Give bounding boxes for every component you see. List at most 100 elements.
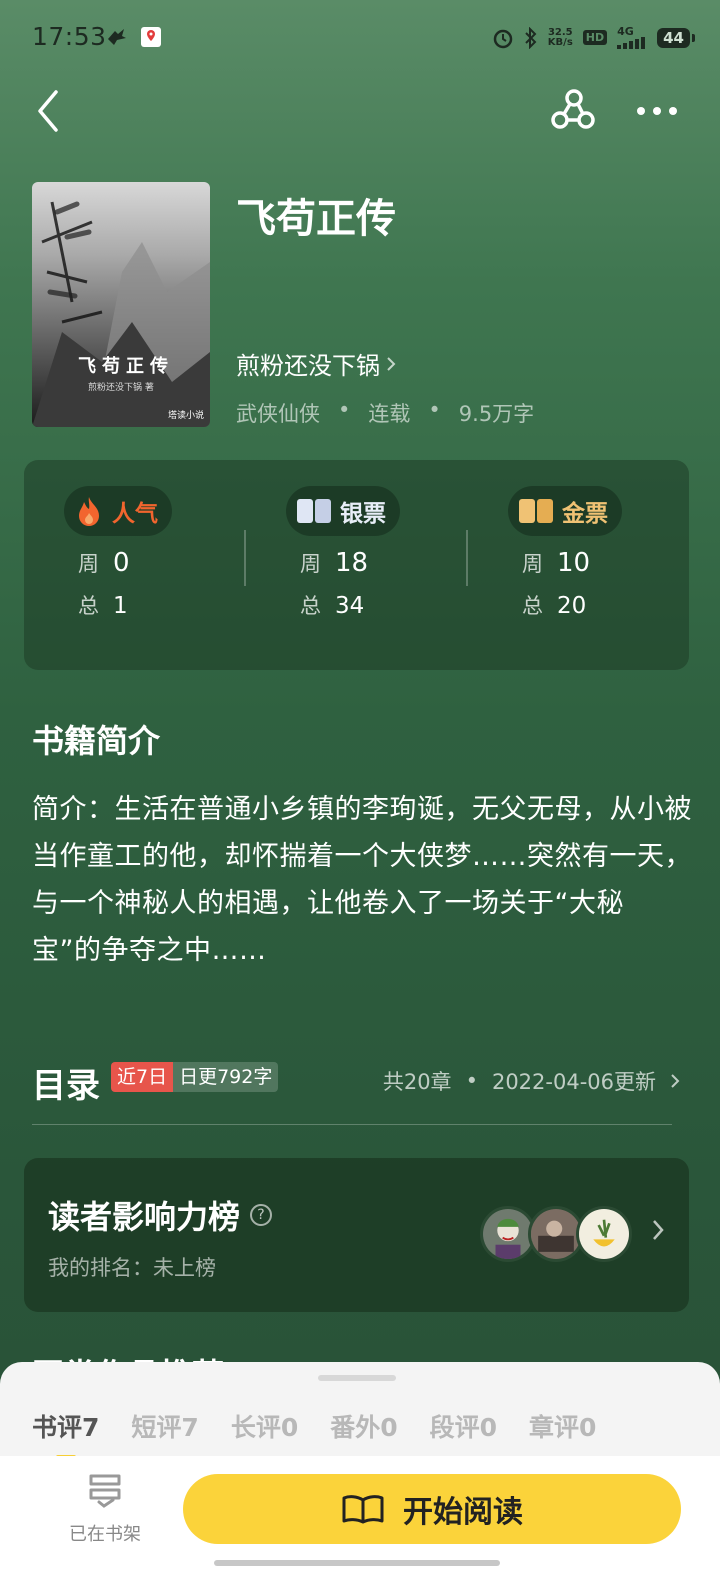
toc-chapters: 共20章	[382, 1070, 452, 1094]
stat-total-row: 总 34	[286, 590, 486, 620]
stat-week-label: 周	[300, 552, 321, 576]
stats-divider	[244, 530, 246, 586]
stat-total-label: 总	[522, 594, 543, 618]
net-speed: 32.5 KB/s	[547, 26, 573, 48]
cover-title: 飞苟正传	[78, 356, 174, 377]
tab-paragraph-review[interactable]: 段评0	[430, 1408, 497, 1444]
book-word-count: 9.5万字	[458, 402, 535, 426]
status-time: 17:53	[32, 22, 107, 51]
toc-updated: 2022-04-06更新	[491, 1070, 656, 1094]
signal-bars-icon	[617, 37, 646, 49]
open-book-icon	[342, 1495, 384, 1524]
stat-silver-ticket[interactable]: 银票 周 18 总 34	[286, 486, 486, 620]
update-badge: 近7日 日更792字	[111, 1062, 279, 1092]
stat-total-value: 20	[557, 593, 587, 619]
stat-week-value: 18	[335, 548, 369, 578]
signal-indicator: 4G	[617, 26, 647, 49]
author-name: 煎粉还没下锅	[236, 352, 380, 380]
chevron-right-icon	[653, 1220, 664, 1240]
tab-short-review[interactable]: 短评7	[131, 1408, 198, 1444]
stat-week-row: 周 0	[64, 548, 264, 578]
stat-label: 金票	[562, 501, 608, 527]
intro-text[interactable]: 简介：生活在普通小乡镇的李珣诞，无父无母，从小被当作童工的他，却怀揣着一个大侠梦…	[32, 786, 692, 974]
cover-publisher: 塔读小说	[167, 411, 204, 421]
stat-label: 人气	[112, 501, 158, 527]
stat-pill-silver: 银票	[286, 486, 400, 536]
badge-daily-update: 日更792字	[173, 1062, 279, 1092]
stat-total-value: 1	[113, 593, 128, 619]
stat-week-value: 10	[557, 548, 591, 578]
stat-total-row: 总 20	[508, 590, 708, 620]
author-link[interactable]: 煎粉还没下锅	[236, 346, 396, 381]
chevron-right-icon	[387, 356, 396, 371]
tab-long-review[interactable]: 长评0	[231, 1408, 298, 1444]
sheet-drag-handle[interactable]	[318, 1375, 396, 1381]
stat-label: 银票	[340, 501, 386, 527]
help-icon[interactable]: ?	[250, 1204, 273, 1226]
status-left-icons	[106, 26, 162, 48]
tab-book-review[interactable]: 书评7	[32, 1408, 99, 1460]
silver-ticket-icon	[297, 499, 331, 523]
review-tabs: 书评7 短评7 长评0 番外0 段评0 章评0	[32, 1408, 596, 1460]
bookshelf-button[interactable]: 已在书架	[60, 1470, 150, 1546]
net-speed-unit: KB/s	[547, 36, 573, 48]
start-reading-label: 开始阅读	[403, 1495, 523, 1530]
meta-dot: •	[338, 398, 351, 422]
stat-gold-ticket[interactable]: 金票 周 10 总 20	[508, 486, 708, 620]
stats-card: 人气 周 0 总 1 银票 周 18 总 34 金票 周 10 总 20	[24, 460, 689, 670]
stat-week-label: 周	[522, 552, 543, 576]
tab-extra[interactable]: 番外0	[330, 1408, 397, 1444]
avatar-group	[480, 1206, 632, 1262]
stat-total-label: 总	[300, 594, 321, 618]
share-icon[interactable]	[548, 88, 598, 136]
toc-heading[interactable]: 目录	[32, 1058, 100, 1107]
stat-total-value: 34	[335, 593, 365, 619]
stat-week-value: 0	[113, 548, 130, 578]
toc-info-link[interactable]: 共20章 • 2022-04-06更新	[383, 1066, 680, 1096]
home-indicator[interactable]	[214, 1560, 500, 1566]
bluetooth-icon	[525, 26, 537, 49]
gold-ticket-icon	[519, 499, 553, 523]
badge-recent: 近7日	[111, 1062, 174, 1092]
stat-week-label: 周	[78, 552, 99, 576]
book-title: 飞苟正传	[236, 196, 396, 242]
map-pin-icon	[141, 27, 161, 47]
meta-dot: •	[428, 398, 441, 422]
notification-bird-icon	[108, 29, 126, 45]
book-cover[interactable]: 飞苟正传 煎粉还没下锅 著 塔读小说	[32, 182, 210, 427]
bookshelf-label: 已在书架	[69, 1524, 141, 1545]
alarm-icon	[493, 29, 513, 48]
battery-indicator: 44	[657, 27, 695, 48]
influence-title: 读者影响力榜	[48, 1198, 241, 1236]
influence-title-row: 读者影响力榜 ?	[48, 1192, 273, 1238]
toc-divider	[32, 1124, 672, 1125]
reader-influence-card[interactable]: 读者影响力榜 ? 我的排名：未上榜	[24, 1158, 689, 1312]
stat-week-row: 周 10	[508, 548, 708, 578]
stat-total-label: 总	[78, 594, 99, 618]
influence-rank: 我的排名：未上榜	[48, 1256, 216, 1280]
status-right-icons: 32.5 KB/s HD 4G 44	[492, 26, 695, 49]
stat-popularity[interactable]: 人气 周 0 总 1	[64, 486, 264, 620]
stat-week-row: 周 18	[286, 548, 486, 578]
chevron-right-icon	[671, 1074, 680, 1088]
book-meta: 武侠仙侠 • 连载 • 9.5万字	[236, 398, 534, 428]
net-speed-value: 32.5	[547, 26, 573, 38]
start-reading-button[interactable]: 开始阅读	[183, 1474, 681, 1544]
more-icon[interactable]	[632, 96, 682, 126]
stat-pill-gold: 金票	[508, 486, 622, 536]
signal-label: 4G	[617, 25, 634, 38]
bookshelf-check-icon	[89, 1474, 121, 1508]
intro-heading: 书籍简介	[32, 722, 161, 760]
stats-divider	[466, 530, 468, 586]
book-status: 连载	[368, 402, 411, 426]
book-genre: 武侠仙侠	[236, 402, 320, 426]
back-icon[interactable]	[30, 86, 70, 136]
stat-pill-popularity: 人气	[64, 486, 172, 536]
cover-author: 煎粉还没下锅 著	[88, 383, 154, 393]
hd-badge: HD	[582, 30, 608, 45]
avatar	[576, 1206, 632, 1262]
stat-total-row: 总 1	[64, 590, 264, 620]
meta-dot: •	[465, 1069, 478, 1093]
fire-icon	[79, 497, 99, 526]
tab-chapter-review[interactable]: 章评0	[529, 1408, 596, 1444]
